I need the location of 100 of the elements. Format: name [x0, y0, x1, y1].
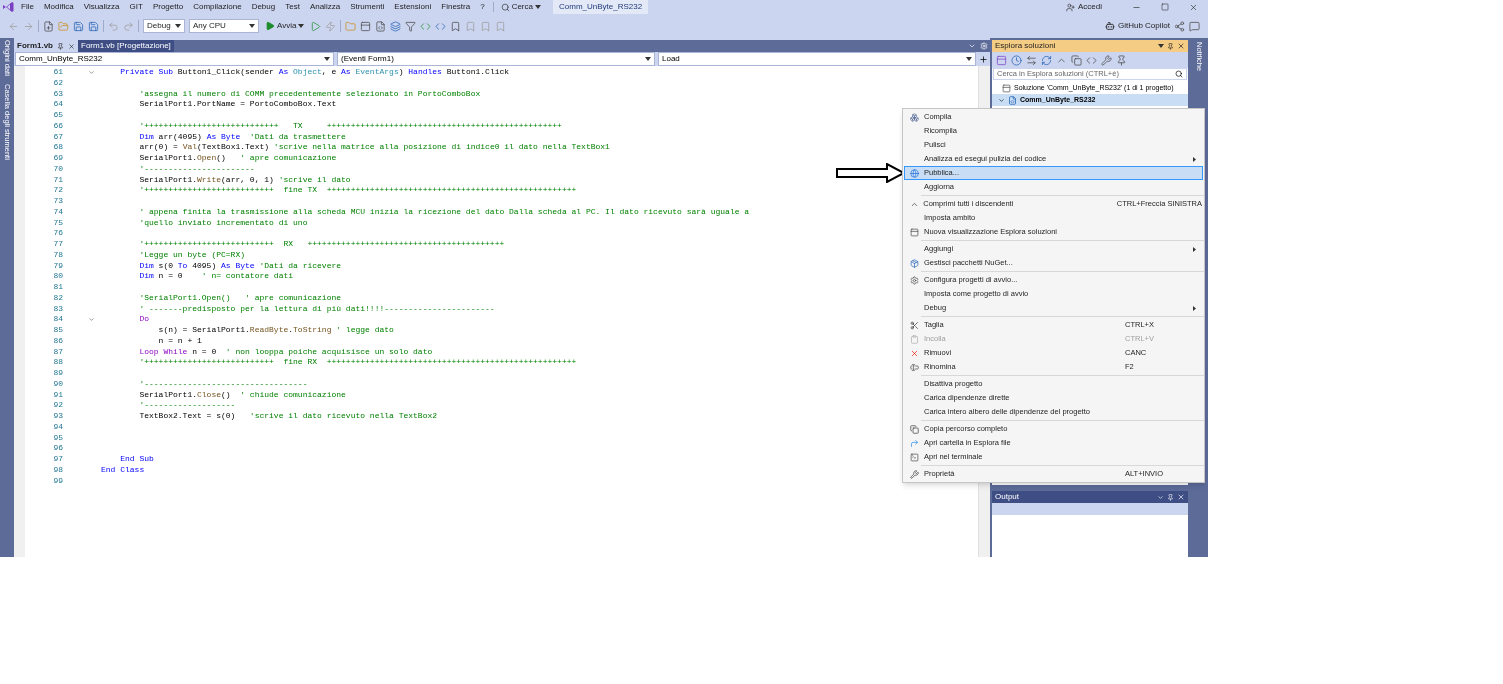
menu-item[interactable]: Test [280, 1, 305, 13]
project-dropdown[interactable]: Comm_UnByte_RS232 [15, 52, 334, 66]
menu-item[interactable]: File [16, 1, 39, 13]
close-icon[interactable] [1177, 42, 1185, 50]
code-line: 'quello inviato incrementato di uno [138, 217, 308, 229]
object-dropdown[interactable]: (Eventi Form1) [337, 52, 655, 66]
maximize-icon[interactable] [1161, 3, 1169, 11]
menu-item[interactable]: Debug [246, 1, 281, 13]
sign-in-link[interactable]: Accedi [1078, 1, 1102, 13]
panel-title: Output [995, 491, 1020, 503]
window-icon[interactable] [360, 20, 372, 32]
close-icon [910, 348, 919, 358]
sync-icon[interactable] [1026, 54, 1037, 66]
wrench-icon[interactable] [1101, 54, 1112, 66]
close-icon[interactable] [68, 42, 75, 50]
bookmark-icon[interactable] [495, 20, 507, 32]
line-number: 95 [52, 432, 63, 444]
redo-icon[interactable] [123, 20, 134, 32]
bookmark-icon[interactable] [465, 20, 477, 32]
start-button[interactable]: Avvia [263, 20, 307, 32]
search-button[interactable]: Cerca [496, 1, 545, 13]
outdent-icon[interactable] [435, 20, 447, 32]
copilot-button[interactable]: GitHub Copilot [1104, 20, 1170, 32]
line-number: 63 [52, 88, 63, 100]
caret-icon[interactable] [1157, 493, 1164, 501]
menu-item[interactable]: Compilazione [188, 1, 247, 13]
switch-view-icon[interactable] [996, 54, 1007, 66]
line-number: 88 [52, 357, 63, 368]
split-icon[interactable] [979, 54, 988, 64]
line-number: 91 [52, 389, 63, 401]
editor-tab[interactable]: Form1.vb [Progettazione] [78, 40, 174, 52]
copy-icon[interactable] [1071, 54, 1082, 66]
line-number: 86 [52, 335, 63, 347]
search-icon [1175, 70, 1183, 78]
line-number: 78 [52, 249, 63, 261]
lightning-icon[interactable] [325, 20, 337, 32]
line-number: 76 [52, 228, 63, 239]
layers-icon[interactable] [390, 20, 402, 32]
back-icon[interactable] [8, 20, 19, 32]
code-icon[interactable] [1086, 54, 1097, 66]
save-all-icon[interactable] [88, 20, 99, 32]
pin-icon[interactable] [57, 42, 64, 50]
person-icon[interactable] [1066, 2, 1075, 12]
caret-icon [535, 5, 541, 9]
menu-item[interactable]: Progetto [147, 1, 189, 13]
line-number: 83 [52, 303, 63, 315]
indent-icon[interactable] [420, 20, 432, 32]
share-icon[interactable] [1174, 20, 1185, 32]
caret-icon [298, 24, 305, 28]
line-number: 61 [52, 67, 63, 78]
pin-icon[interactable] [1167, 493, 1174, 501]
bookmark-icon[interactable] [480, 20, 492, 32]
menu-item[interactable]: Analizza [304, 1, 346, 13]
refresh-icon[interactable] [1041, 54, 1052, 66]
undo-icon[interactable] [108, 20, 119, 32]
curved-arrow-icon [910, 438, 919, 448]
menu-item[interactable]: Estensioni [389, 1, 437, 13]
save-icon[interactable] [73, 20, 84, 32]
code-line: ' -------predisposto per la lettura di più dati!!!!----------------------- [138, 303, 495, 315]
line-number: 73 [52, 196, 63, 207]
new-file-icon[interactable] [43, 20, 54, 32]
pin-icon[interactable] [1167, 42, 1174, 50]
code-line: ' appena finita la trasmissione alla scheda MCU inizia la ricezione del dato Dalla scheda al PC. Il dato ricevuto sarà uguale a [138, 206, 750, 218]
menu-item[interactable]: GIT [124, 1, 148, 13]
feedback-icon[interactable] [1189, 20, 1200, 32]
configuration-dropdown[interactable]: Debug [143, 19, 185, 33]
terminal-icon [910, 452, 919, 462]
menu-item[interactable]: ? [475, 1, 490, 13]
clock-icon[interactable] [1011, 54, 1022, 66]
bookmark-icon[interactable] [450, 20, 462, 32]
event-dropdown[interactable]: Load [658, 52, 976, 66]
code-line: SerialPort1.Close() ' chiude comunicazione [138, 389, 346, 401]
code-line: n = n + 1 [157, 335, 202, 347]
preview-icon[interactable] [1116, 54, 1127, 66]
line-number: 90 [52, 378, 63, 390]
forward-icon[interactable] [23, 20, 34, 32]
caret-icon [1158, 44, 1164, 48]
fold-icon[interactable] [88, 316, 95, 324]
filter-icon[interactable] [405, 20, 417, 32]
menu-item[interactable]: Strumenti [345, 1, 390, 13]
expand-icon[interactable] [998, 96, 1005, 104]
line-number: 64 [52, 99, 63, 110]
menu-item[interactable]: Finestra [436, 1, 476, 13]
tab-list-icon[interactable] [968, 42, 976, 50]
close-icon[interactable] [1189, 2, 1198, 12]
folder-icon[interactable] [58, 20, 69, 32]
settings-icon[interactable] [980, 42, 988, 50]
line-number: 80 [52, 271, 63, 282]
line-number: 89 [52, 368, 63, 379]
play-outline-icon[interactable] [310, 20, 322, 32]
fold-icon[interactable] [88, 68, 95, 76]
clipboard-icon [910, 334, 919, 344]
line-number: 67 [52, 131, 63, 143]
menu-item[interactable]: Modifica [38, 1, 79, 13]
build-icon [910, 112, 919, 122]
code-line: SerialPort1.PortName = PortoComboBox.Text [138, 99, 337, 110]
editor-tab[interactable]: Form1.vb [14, 40, 78, 52]
platform-dropdown[interactable]: Any CPU [189, 19, 259, 33]
code-file-icon[interactable] [375, 20, 387, 32]
menu-item[interactable]: Visualizza [78, 1, 125, 13]
